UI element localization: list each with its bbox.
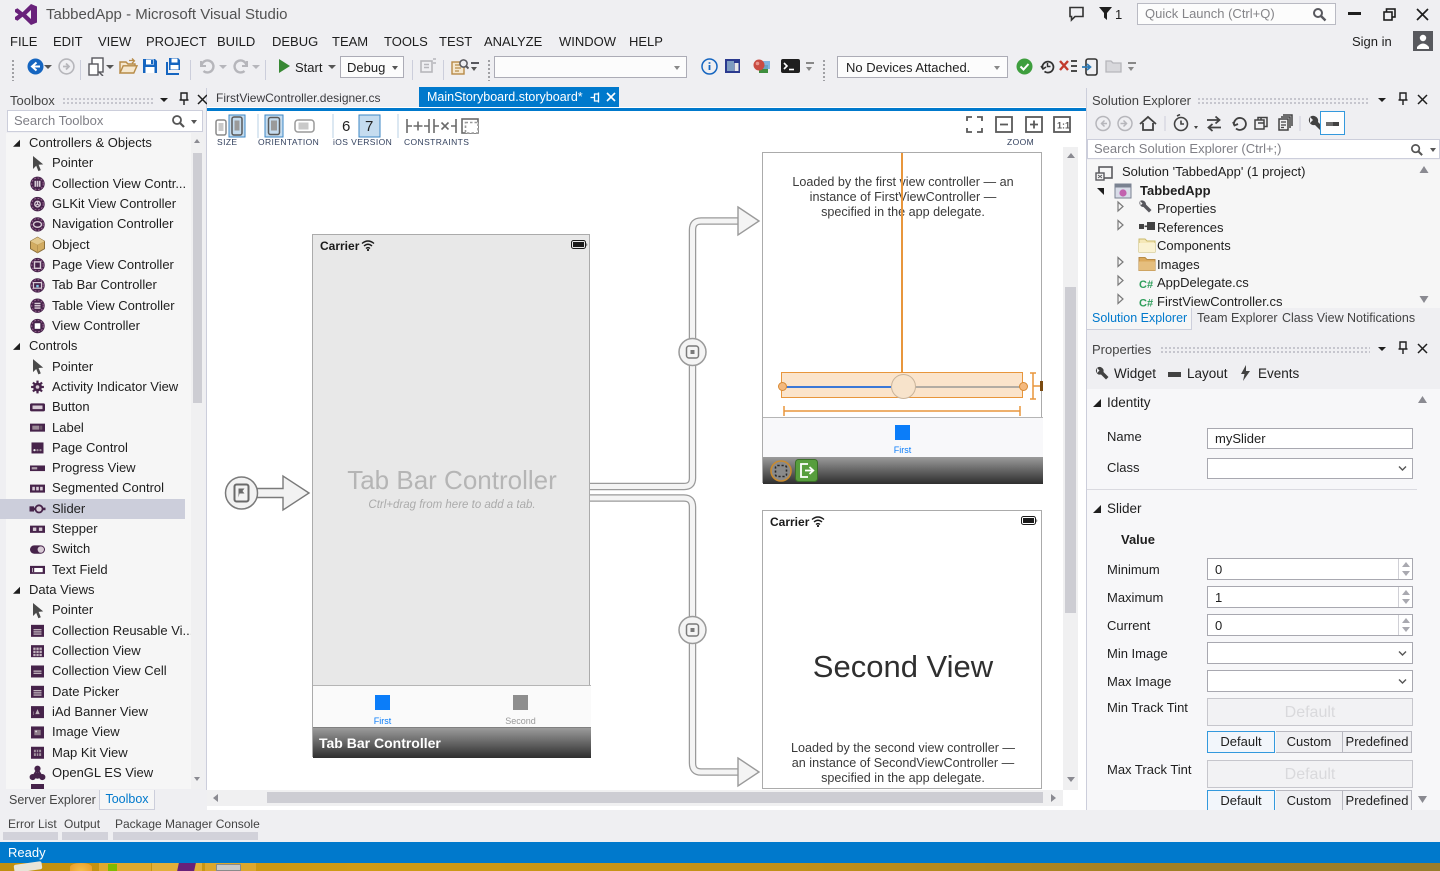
svg-text:7: 7 [365,118,373,135]
svg-text:C#: C# [1139,279,1153,291]
svg-text:6: 6 [342,118,350,135]
svg-text:1:1: 1:1 [1057,121,1070,131]
svg-text:C#: C# [1139,298,1153,309]
